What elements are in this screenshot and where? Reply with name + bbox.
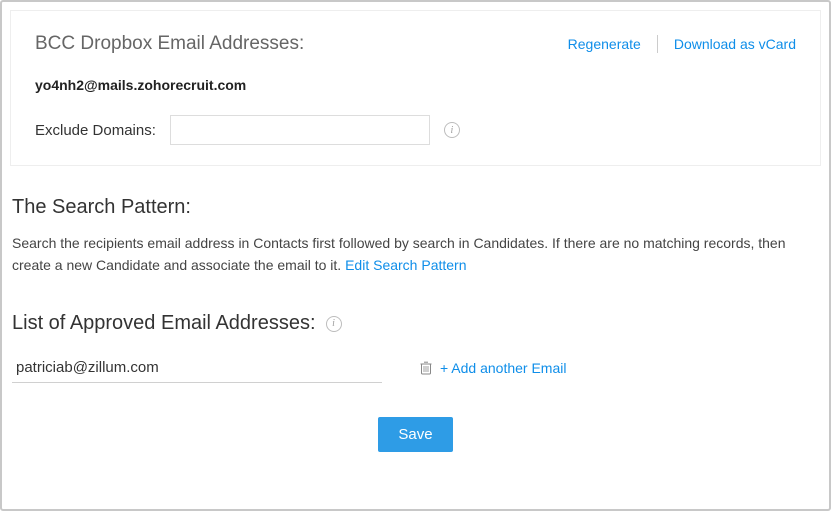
info-icon[interactable]: i <box>444 122 460 138</box>
bcc-actions: Regenerate Download as vCard <box>568 35 796 53</box>
info-icon[interactable]: i <box>326 316 342 332</box>
exclude-domains-row: Exclude Domains: i <box>35 115 796 145</box>
regenerate-link[interactable]: Regenerate <box>568 36 641 52</box>
save-button[interactable]: Save <box>378 417 452 452</box>
exclude-domains-label: Exclude Domains: <box>35 122 156 139</box>
bcc-email-address: yo4nh2@mails.zohorecruit.com <box>35 77 796 93</box>
trash-icon[interactable] <box>420 361 432 375</box>
approved-email-row: + Add another Email <box>12 353 819 383</box>
bcc-header: BCC Dropbox Email Addresses: Regenerate … <box>35 33 796 55</box>
approved-emails-title-row: List of Approved Email Addresses: i <box>12 312 819 335</box>
approved-email-input[interactable] <box>12 353 382 383</box>
add-another-email-link[interactable]: + Add another Email <box>440 360 566 376</box>
search-pattern-section: The Search Pattern: Search the recipient… <box>10 196 821 276</box>
approved-emails-section: List of Approved Email Addresses: i + Ad… <box>10 312 821 383</box>
edit-search-pattern-link[interactable]: Edit Search Pattern <box>345 257 466 273</box>
download-vcard-link[interactable]: Download as vCard <box>674 36 796 52</box>
bcc-dropbox-panel: BCC Dropbox Email Addresses: Regenerate … <box>10 10 821 166</box>
action-divider <box>657 35 658 53</box>
bcc-title: BCC Dropbox Email Addresses: <box>35 33 304 55</box>
approved-emails-title: List of Approved Email Addresses: <box>12 312 316 335</box>
search-pattern-title: The Search Pattern: <box>12 196 819 219</box>
save-row: Save <box>10 417 821 452</box>
exclude-domains-input[interactable] <box>170 115 430 145</box>
approved-email-actions: + Add another Email <box>420 360 566 376</box>
search-pattern-description: Search the recipients email address in C… <box>12 233 819 276</box>
